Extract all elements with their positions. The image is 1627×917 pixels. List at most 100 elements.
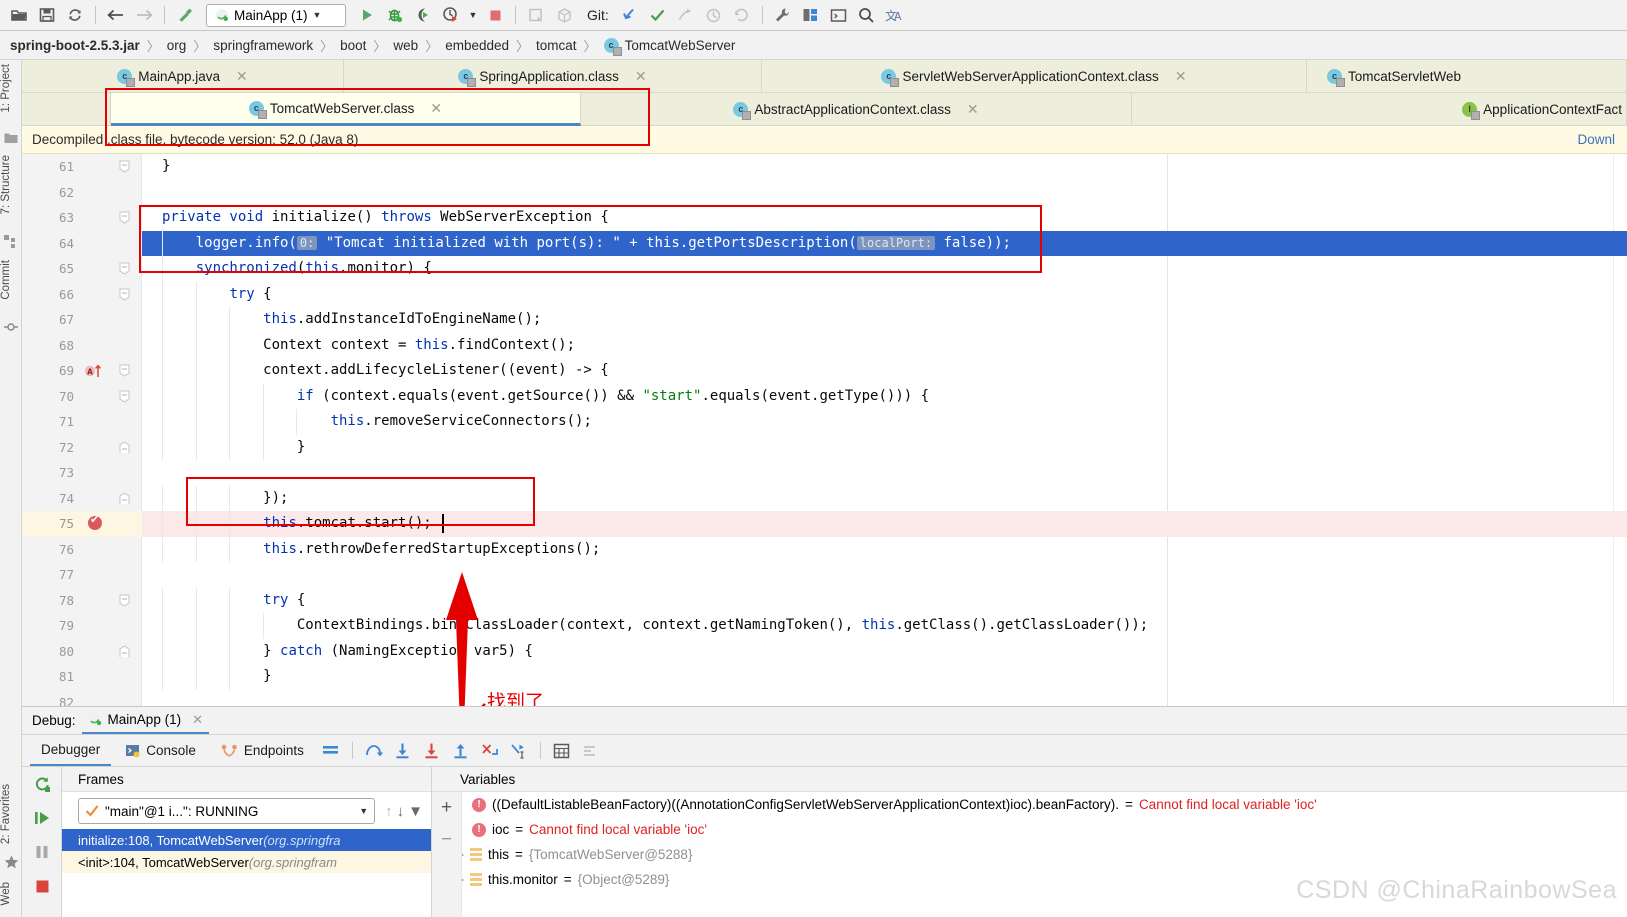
- star-icon[interactable]: [4, 855, 18, 869]
- code-line[interactable]: 77: [22, 562, 1627, 588]
- up-arrow-icon[interactable]: ↑: [385, 803, 393, 820]
- fold-collapse-icon[interactable]: [119, 364, 130, 377]
- git-push-icon[interactable]: [673, 3, 699, 27]
- variable-row[interactable]: this = {TomcatWebServer@5288}: [432, 842, 1627, 867]
- code-line[interactable]: 74 });: [22, 486, 1627, 512]
- git-commit-icon[interactable]: [645, 3, 671, 27]
- debug-session-tab[interactable]: MainApp (1) ✕: [82, 707, 209, 734]
- build-hammer-icon[interactable]: [172, 3, 198, 27]
- attach-debugger-icon[interactable]: [523, 3, 549, 27]
- debug-button[interactable]: [382, 3, 408, 27]
- resume-program-button[interactable]: [22, 801, 62, 835]
- code-line[interactable]: 68 Context context = this.findContext();: [22, 333, 1627, 359]
- sync-icon[interactable]: [62, 3, 88, 27]
- fold-collapse-icon[interactable]: [119, 390, 130, 403]
- layout-settings-icon[interactable]: [318, 739, 344, 763]
- profiler-button[interactable]: [438, 3, 464, 27]
- code-line[interactable]: 81 }: [22, 664, 1627, 690]
- editor-tab-servletwebserverapplicationcontext-class[interactable]: c ServletWebServerApplicationContext.cla…: [762, 60, 1307, 93]
- editor-tab-mainapp-java[interactable]: c MainApp.java ✕: [22, 60, 344, 93]
- code-line[interactable]: 72 }: [22, 435, 1627, 461]
- code-line[interactable]: 64 logger.info(0: "Tomcat initialized wi…: [22, 231, 1627, 257]
- editor-tab-abstractapplicationcontext-class[interactable]: c AbstractApplicationContext.class ✕: [581, 93, 1132, 126]
- profiler-dropdown-icon[interactable]: ▼: [466, 3, 480, 27]
- stop-button[interactable]: [22, 869, 62, 903]
- fold-end-icon[interactable]: [119, 441, 130, 454]
- close-icon[interactable]: ✕: [1175, 68, 1187, 85]
- mute-breakpoints-icon[interactable]: [578, 739, 604, 763]
- sidebar-item-structure[interactable]: 7: Structure: [0, 155, 22, 214]
- tab-endpoints[interactable]: Endpoints: [210, 735, 315, 766]
- close-icon[interactable]: ✕: [236, 68, 248, 85]
- tab-console[interactable]: Console: [114, 735, 207, 766]
- git-history-icon[interactable]: [701, 3, 727, 27]
- variable-row[interactable]: ! ioc = Cannot find local variable 'ioc': [432, 817, 1627, 842]
- drop-frame-icon[interactable]: [477, 739, 503, 763]
- structure-icon[interactable]: [4, 235, 18, 249]
- breadcrumb-item-springframework[interactable]: springframework: [213, 38, 313, 53]
- chevron-down-icon[interactable]: ▼: [359, 806, 368, 816]
- code-line[interactable]: 63private void initialize() throws WebSe…: [22, 205, 1627, 231]
- code-line[interactable]: 67 this.addInstanceIdToEngineName();: [22, 307, 1627, 333]
- fold-collapse-icon[interactable]: [119, 211, 130, 224]
- force-step-into-icon[interactable]: [419, 739, 445, 763]
- chevron-down-icon[interactable]: ▼: [313, 10, 322, 20]
- more-options-button[interactable]: »: [22, 903, 62, 917]
- code-editor[interactable]: 61}6263private void initialize() throws …: [22, 154, 1627, 706]
- forward-arrow-icon[interactable]: [131, 3, 157, 27]
- code-line[interactable]: 71 this.removeServiceConnectors();: [22, 409, 1627, 435]
- step-into-icon[interactable]: [390, 739, 416, 763]
- sidebar-item-web[interactable]: Web: [0, 882, 22, 905]
- close-icon[interactable]: ✕: [635, 68, 647, 85]
- code-line[interactable]: 61}: [22, 154, 1627, 180]
- run-to-cursor-icon[interactable]: [506, 739, 532, 763]
- settings-wrench-icon[interactable]: [770, 3, 796, 27]
- code-line[interactable]: 69A context.addLifecycleListener((event)…: [22, 358, 1627, 384]
- lambda-override-gutter-icon[interactable]: A: [84, 363, 106, 382]
- editor-tab-applicationcontextfactory[interactable]: I ApplicationContextFact: [1132, 93, 1627, 126]
- filter-icon[interactable]: ▼: [408, 803, 423, 820]
- terminal-icon[interactable]: [826, 3, 852, 27]
- close-icon[interactable]: ✕: [967, 101, 979, 118]
- project-folder-icon[interactable]: [4, 132, 18, 146]
- rerun-button[interactable]: [22, 767, 62, 801]
- fold-collapse-icon[interactable]: [119, 160, 130, 173]
- editor-tab-springapplication-class[interactable]: c SpringApplication.class ✕: [344, 60, 762, 93]
- breadcrumb-item-tomcat[interactable]: tomcat: [536, 38, 577, 53]
- git-rollback-icon[interactable]: [729, 3, 755, 27]
- evaluate-expression-icon[interactable]: [549, 739, 575, 763]
- fold-collapse-icon[interactable]: [119, 262, 130, 275]
- commit-icon[interactable]: [4, 320, 18, 334]
- code-line[interactable]: 79 ContextBindings.bindClassLoader(conte…: [22, 613, 1627, 639]
- breadcrumb-item-class[interactable]: TomcatWebServer: [625, 38, 736, 53]
- code-line[interactable]: 73: [22, 460, 1627, 486]
- code-line[interactable]: 62: [22, 180, 1627, 206]
- step-over-icon[interactable]: [361, 739, 387, 763]
- stop-button[interactable]: [482, 3, 508, 27]
- translate-icon[interactable]: 文A: [882, 3, 908, 27]
- sidebar-item-commit[interactable]: Commit: [0, 260, 22, 300]
- tab-debugger[interactable]: Debugger: [30, 735, 111, 766]
- add-watch-button[interactable]: +: [432, 792, 461, 824]
- code-line[interactable]: 76 this.rethrowDeferredStartupExceptions…: [22, 537, 1627, 563]
- breadcrumb-item-jar[interactable]: spring-boot-2.5.3.jar: [10, 38, 140, 53]
- code-line[interactable]: 75 this.tomcat.start();: [22, 511, 1627, 537]
- back-arrow-icon[interactable]: [103, 3, 129, 27]
- close-icon[interactable]: ✕: [192, 712, 203, 728]
- breadcrumb-item-org[interactable]: org: [167, 38, 187, 53]
- remove-watch-button[interactable]: −: [432, 824, 461, 856]
- run-button[interactable]: [354, 3, 380, 27]
- down-arrow-icon[interactable]: ↓: [397, 803, 405, 820]
- fold-end-icon[interactable]: [119, 492, 130, 505]
- code-line[interactable]: 70 if (context.equals(event.getSource())…: [22, 384, 1627, 410]
- close-icon[interactable]: ✕: [430, 100, 442, 117]
- package-icon[interactable]: [551, 3, 577, 27]
- open-folder-icon[interactable]: [6, 3, 32, 27]
- search-icon[interactable]: [854, 3, 880, 27]
- editor-tab-tomcatwebserver-class[interactable]: c TomcatWebServer.class ✕: [111, 93, 581, 126]
- frame-row[interactable]: initialize:108, TomcatWebServer (org.spr…: [62, 829, 431, 851]
- breadcrumb-item-boot[interactable]: boot: [340, 38, 366, 53]
- layout-icon[interactable]: [798, 3, 824, 27]
- code-line[interactable]: 78 try {: [22, 588, 1627, 614]
- thread-selector[interactable]: "main"@1 i...": RUNNING ▼: [78, 798, 375, 824]
